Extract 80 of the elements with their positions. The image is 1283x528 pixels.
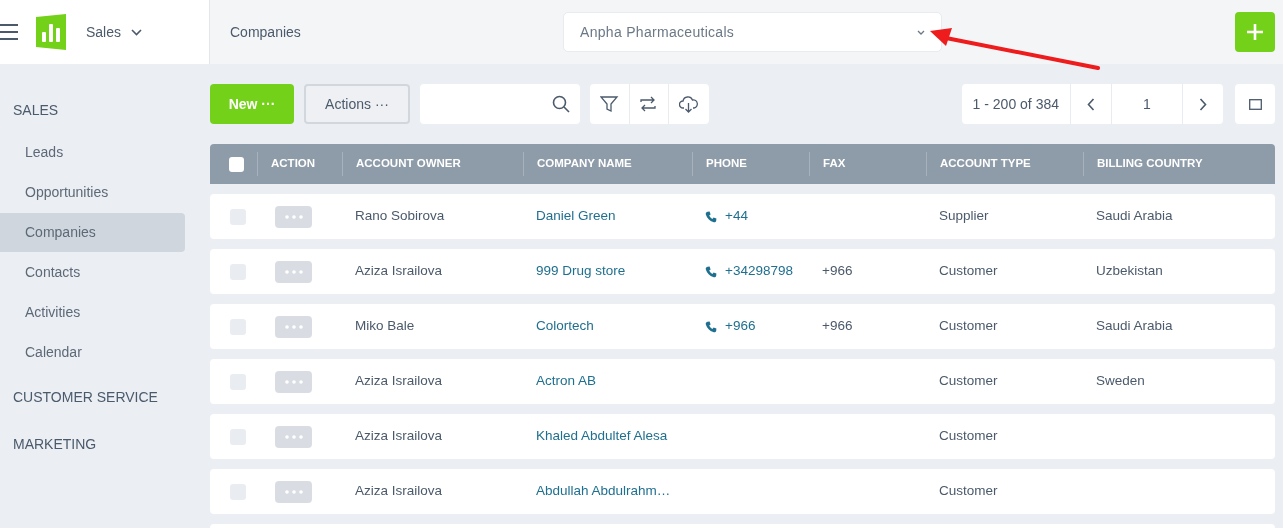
dots-icon	[284, 379, 303, 384]
menu-icon[interactable]	[0, 24, 18, 40]
table-cell: Sweden	[1096, 373, 1145, 389]
table-cell: Aziza Israilova	[355, 428, 443, 444]
dots-icon	[284, 489, 303, 494]
table-cell: Customer	[939, 483, 998, 499]
select-all-checkbox[interactable]	[229, 156, 244, 172]
company-link[interactable]: Khaled Abdultef Alesa	[536, 428, 668, 444]
dots-icon	[284, 434, 303, 439]
breadcrumb: Companies	[230, 22, 302, 42]
dots-icon	[284, 269, 303, 274]
column-header[interactable]: ACTION	[257, 152, 342, 176]
company-link[interactable]: Actron AB	[536, 373, 597, 389]
search-icon	[552, 95, 570, 113]
row-actions-button[interactable]	[275, 425, 312, 448]
table-cell: Customer	[939, 263, 998, 279]
table-cell: Customer	[939, 318, 998, 334]
phone-icon	[705, 320, 717, 333]
page-range: 1 - 200 of 384	[961, 84, 1071, 124]
column-header[interactable]: BILLING COUNTRY	[1083, 152, 1275, 176]
table-cell: Aziza Israilova	[355, 263, 443, 279]
table-cell: Supplier	[939, 208, 989, 224]
company-select[interactable]: Anpha Pharmaceuticals	[563, 12, 942, 52]
sidebar-item[interactable]: Leads	[0, 133, 185, 172]
chevron-down-icon	[917, 29, 925, 35]
company-link[interactable]: Colortech	[536, 318, 594, 334]
chevron-left-icon	[1087, 97, 1095, 111]
chevron-right-icon	[1199, 97, 1207, 111]
table-cell: +966	[822, 318, 853, 334]
sidebar-section[interactable]: CUSTOMER SERVICE	[0, 373, 210, 420]
chevron-down-icon	[131, 28, 143, 36]
row-actions-button[interactable]	[275, 205, 312, 228]
search-field[interactable]	[420, 84, 580, 124]
sidebar-item[interactable]: Companies	[0, 213, 185, 252]
company-link[interactable]: Abdullah Abdulrahm…	[536, 483, 671, 499]
table-cell: Rano Sobirova	[355, 208, 445, 224]
view-toggle-button[interactable]	[1235, 84, 1275, 124]
sidebar-section[interactable]: MARKETING	[0, 420, 210, 467]
module-dropdown[interactable]: Sales	[86, 21, 143, 43]
cloud-download-icon	[679, 95, 699, 113]
table-cell: Aziza Israilova	[355, 373, 443, 389]
dots-icon	[284, 324, 303, 329]
column-header[interactable]: FAX	[809, 152, 926, 176]
table-cell: Saudi Arabia	[1096, 318, 1173, 334]
phone-link[interactable]: +44	[725, 206, 748, 227]
sidebar-item[interactable]: Contacts	[0, 253, 185, 292]
plus-icon	[1246, 23, 1264, 41]
row-actions-button[interactable]	[275, 370, 312, 393]
phone-icon	[705, 210, 717, 223]
column-header[interactable]: COMPANY NAME	[523, 152, 692, 176]
row-actions-button[interactable]	[275, 260, 312, 283]
table-cell: Customer	[939, 373, 998, 389]
company-link[interactable]: 999 Drug store	[536, 263, 626, 279]
phone-link[interactable]: +34298798	[725, 261, 793, 282]
actions-button[interactable]: Actions ···	[304, 84, 410, 124]
sidebar-item[interactable]: Calendar	[0, 333, 185, 372]
table-cell: Customer	[939, 428, 998, 444]
square-icon	[1248, 98, 1262, 110]
sidebar-item[interactable]: Activities	[0, 293, 185, 332]
phone-link[interactable]: +966	[725, 316, 756, 337]
add-button[interactable]	[1235, 12, 1275, 52]
page-input[interactable]: 1	[1111, 84, 1183, 124]
column-header[interactable]: ACCOUNT TYPE	[926, 152, 1083, 176]
row-actions-button[interactable]	[275, 315, 312, 338]
logo-icon	[36, 14, 66, 50]
phone-icon	[705, 265, 717, 278]
column-header[interactable]: ACCOUNT OWNER	[342, 152, 523, 176]
filter-icon	[599, 95, 619, 113]
sidebar-section[interactable]: SALES	[0, 86, 210, 133]
table-cell: +966	[822, 263, 853, 279]
table-cell: Aziza Israilova	[355, 483, 443, 499]
table-cell: Uzbekistan	[1096, 263, 1163, 279]
dots-icon	[284, 214, 303, 219]
column-header[interactable]: PHONE	[692, 152, 809, 176]
swap-arrows-icon	[639, 95, 659, 113]
sidebar-item[interactable]: Opportunities	[0, 173, 185, 212]
company-link[interactable]: Daniel Green	[536, 208, 616, 224]
row-actions-button[interactable]	[275, 480, 312, 503]
table-cell: Miko Bale	[355, 318, 415, 334]
table-cell: Saudi Arabia	[1096, 208, 1173, 224]
